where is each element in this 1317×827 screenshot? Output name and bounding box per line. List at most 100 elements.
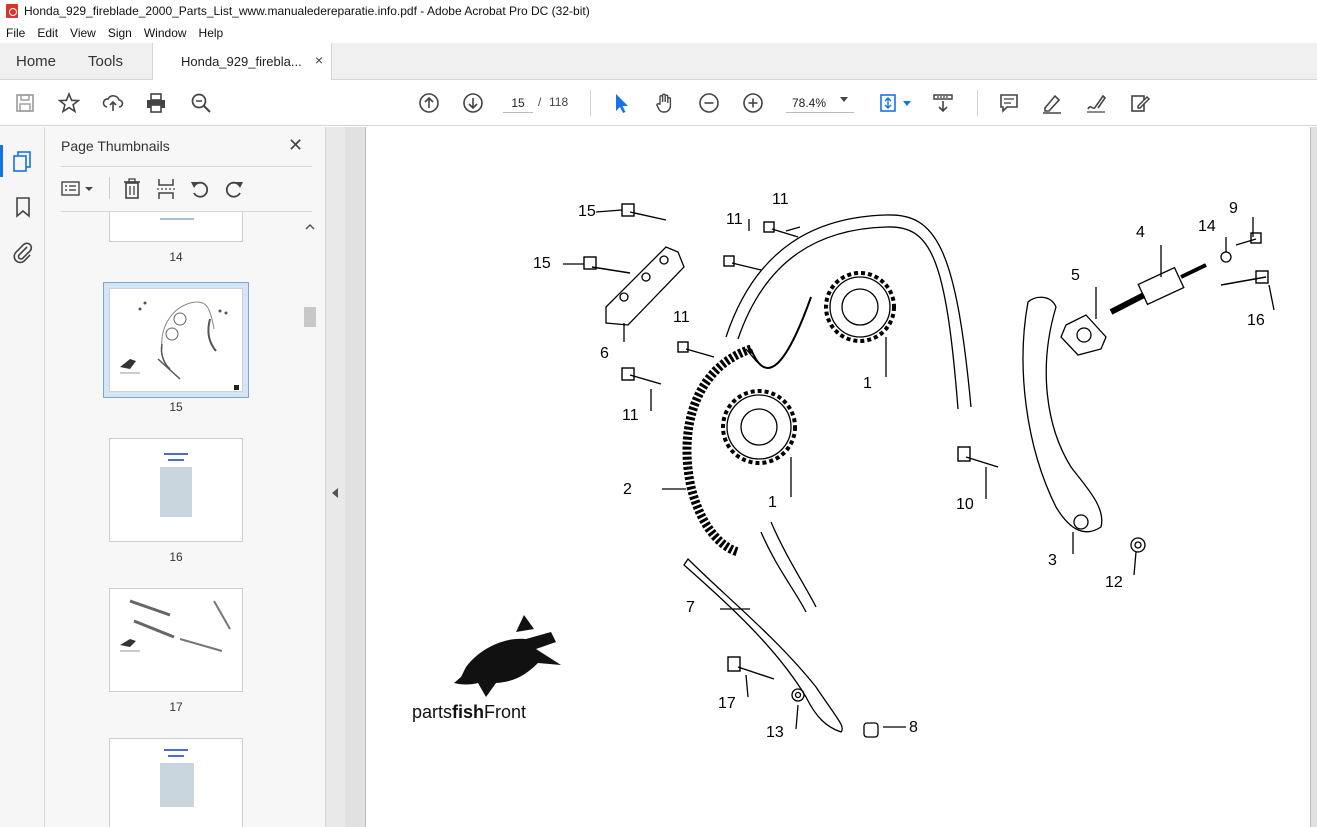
callout-15: 15: [533, 255, 551, 272]
thumbnail-heading: [168, 755, 184, 757]
acrobat-pdf-icon: [6, 4, 18, 18]
partsfish-logo-icon: [454, 615, 561, 697]
callout-16: 16: [1247, 312, 1265, 329]
thumbnail-content: [160, 218, 194, 220]
page-total: 118: [549, 95, 569, 109]
collapse-arrow-icon[interactable]: [332, 488, 338, 498]
panel-collapse-handle[interactable]: [325, 127, 345, 827]
edit-pdf-icon[interactable]: [1128, 91, 1152, 115]
callout-7: 7: [686, 599, 695, 616]
zoom-search-icon[interactable]: [189, 91, 213, 115]
menu-sign[interactable]: Sign: [108, 26, 132, 40]
zoom-dropdown-caret-icon[interactable]: [840, 97, 848, 102]
callout-17: 17: [718, 695, 736, 712]
thumbnail-toolbar: [61, 175, 321, 203]
bookmarks-icon[interactable]: [11, 195, 35, 219]
previous-page-icon[interactable]: [417, 91, 441, 115]
thumbnail-scrollbar[interactable]: [302, 219, 316, 827]
callout-1: 1: [863, 375, 872, 392]
menu-file[interactable]: File: [6, 26, 25, 40]
tab-home[interactable]: Home: [16, 53, 56, 70]
print-icon[interactable]: [144, 91, 168, 115]
comment-icon[interactable]: [997, 91, 1021, 115]
logo-text-bold: fish: [452, 702, 485, 722]
fit-page-icon[interactable]: [877, 91, 901, 115]
menu-edit[interactable]: Edit: [37, 26, 58, 40]
thumbnail-label: 15: [169, 400, 183, 414]
thumbnail-diagram: [120, 301, 239, 390]
zoom-level-field[interactable]: 78.4%: [786, 93, 854, 113]
zoom-out-icon[interactable]: [697, 91, 721, 115]
callout-2: 2: [623, 481, 632, 498]
callout-12: 12: [1105, 574, 1123, 591]
thumbnail-page-14[interactable]: [109, 212, 243, 242]
scrollbar-thumb[interactable]: [304, 307, 316, 327]
thumbnail-page-17[interactable]: [109, 588, 243, 692]
menu-window[interactable]: Window: [144, 26, 187, 40]
callout-6: 6: [600, 345, 609, 362]
next-page-icon[interactable]: [461, 91, 485, 115]
title-bar: Honda_929_fireblade_2000_Parts_List_www.…: [0, 0, 1317, 22]
callout-10: 10: [956, 496, 974, 513]
thumbnail-content: [160, 467, 192, 517]
thumbnail-page-16[interactable]: [109, 438, 243, 542]
window-title: Honda_929_fireblade_2000_Parts_List_www.…: [24, 4, 590, 18]
callout-1: 1: [768, 494, 777, 511]
select-cursor-icon[interactable]: [609, 91, 633, 115]
thumbnail-label: 17: [169, 700, 183, 714]
main-toolbar: 15 / 118 78.4%: [0, 80, 1317, 126]
tab-document[interactable]: Honda_929_firebla... ×: [152, 43, 332, 80]
callout-14: 14: [1198, 218, 1216, 235]
thumbnail-heading: [164, 453, 188, 455]
menu-help[interactable]: Help: [199, 26, 224, 40]
save-icon[interactable]: [13, 91, 37, 115]
hand-tool-icon[interactable]: [653, 91, 677, 115]
left-navigation-rail: [0, 127, 45, 827]
panel-close-icon[interactable]: ✕: [288, 135, 303, 156]
logo-text-suffix: Front: [484, 702, 527, 722]
page-separator: /: [538, 95, 542, 109]
thumbnail-page-15[interactable]: [109, 288, 243, 392]
tab-close-icon[interactable]: ×: [315, 52, 323, 68]
upload-share-icon[interactable]: [101, 91, 125, 115]
extract-pages-icon[interactable]: [155, 177, 177, 201]
tab-document-label: Honda_929_firebla...: [181, 54, 302, 69]
rotate-counterclockwise-icon[interactable]: [189, 177, 211, 201]
scroll-mode-icon[interactable]: [931, 91, 955, 115]
toolbar-divider: [109, 177, 110, 199]
zoom-level-value: 78.4%: [792, 96, 827, 110]
callout-11: 11: [673, 309, 690, 326]
thumbnail-heading: [164, 749, 188, 751]
sign-pen-icon[interactable]: [1084, 91, 1108, 115]
tab-bar: Home Tools Honda_929_firebla... ×: [0, 43, 1317, 80]
callout-9: 9: [1229, 200, 1238, 217]
star-bookmark-icon[interactable]: [57, 91, 81, 115]
toolbar-divider: [977, 90, 978, 116]
page-thumbnails-icon[interactable]: [0, 145, 35, 177]
thumbnail-content: [160, 763, 194, 807]
toolbar-divider: [590, 90, 591, 116]
options-menu-icon[interactable]: [61, 179, 97, 199]
rotate-clockwise-icon[interactable]: [223, 177, 245, 201]
zoom-in-icon[interactable]: [741, 91, 765, 115]
fit-dropdown-caret-icon[interactable]: [903, 101, 911, 106]
callout-8: 8: [909, 719, 918, 736]
highlight-pen-icon[interactable]: [1040, 91, 1064, 115]
panel-divider: [61, 166, 312, 167]
document-viewport: 15 11 11 15 6 11 11 1 1 2 4 14 9 5 16 10…: [345, 127, 1317, 827]
thumbnail-list: 14 15 16 17: [45, 212, 302, 827]
delete-page-icon[interactable]: [121, 177, 143, 201]
tab-tools[interactable]: Tools: [88, 53, 123, 70]
menu-view[interactable]: View: [70, 26, 96, 40]
callout-4: 4: [1136, 224, 1145, 241]
logo-text-prefix: parts: [412, 702, 453, 722]
page-number-input[interactable]: 15: [503, 93, 533, 113]
pdf-page: 15 11 11 15 6 11 11 1 1 2 4 14 9 5 16 10…: [365, 127, 1311, 827]
callout-15: 15: [578, 203, 596, 220]
thumbnail-page-18[interactable]: [109, 738, 243, 827]
thumbnail-label: 16: [169, 550, 183, 564]
scroll-up-icon[interactable]: [304, 223, 316, 231]
attachments-icon[interactable]: [11, 240, 35, 264]
callout-11: 11: [772, 191, 789, 208]
panel-title: Page Thumbnails: [61, 138, 170, 154]
